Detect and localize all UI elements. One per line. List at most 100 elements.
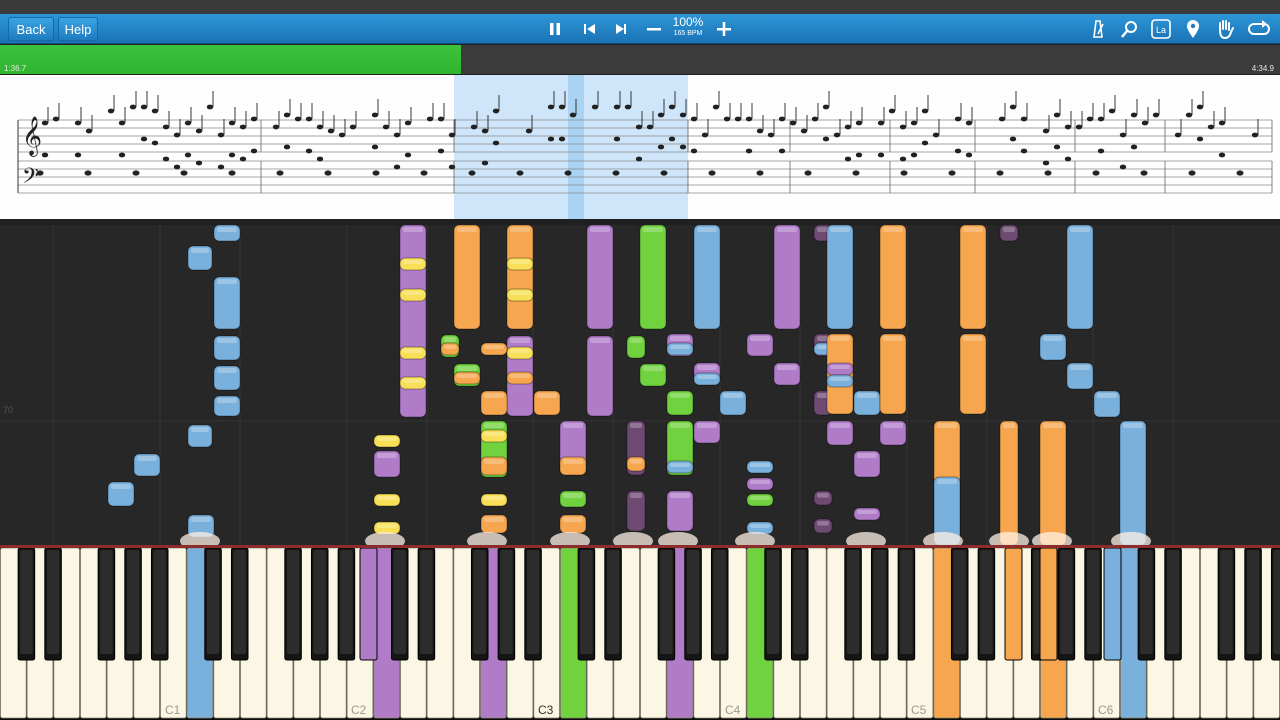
falling-notes-area: 70	[0, 225, 1280, 545]
black-key-shine	[126, 550, 140, 654]
pause-icon[interactable]	[542, 17, 568, 41]
bass-note-head	[1188, 170, 1196, 176]
falling-note	[999, 420, 1019, 545]
total-time: 4:34.9	[1251, 64, 1274, 73]
note-highlight	[457, 374, 477, 378]
note-head	[921, 108, 929, 114]
note-head	[129, 104, 137, 110]
bass-note-head	[420, 170, 428, 176]
falling-note	[1039, 420, 1067, 545]
bass-note-head	[900, 170, 908, 176]
note-highlight	[750, 496, 770, 500]
octave-label-c6: C6	[1098, 703, 1114, 717]
note-highlight	[697, 423, 717, 428]
zoom-icon[interactable]	[1116, 17, 1142, 41]
note-highlight	[217, 338, 237, 343]
song-progress-bar[interactable]: 1:36.7 4:34.9	[0, 45, 1280, 74]
loop-icon[interactable]	[1244, 17, 1274, 41]
note-head	[162, 124, 170, 130]
hand-icon[interactable]	[1212, 17, 1238, 41]
note-highlight	[830, 377, 850, 381]
bass-note-head	[1236, 170, 1244, 176]
note-head	[437, 116, 445, 122]
note-head	[294, 116, 302, 122]
tempo-bpm: 165 BPM	[673, 30, 703, 37]
note-highlight	[510, 227, 530, 232]
note-head	[426, 116, 434, 122]
note-highlight	[937, 479, 957, 484]
note-highlight	[883, 227, 903, 232]
note-highlight	[723, 393, 743, 398]
note-head	[1020, 148, 1028, 154]
note-head	[41, 120, 49, 126]
plus-icon[interactable]	[711, 17, 737, 41]
note-head	[778, 116, 786, 122]
note-head	[1130, 144, 1138, 150]
help-button[interactable]: Help	[58, 17, 98, 41]
note-head	[283, 112, 291, 118]
note-head	[1053, 144, 1061, 150]
note-highlight	[830, 336, 850, 341]
note-head	[470, 124, 478, 130]
black-key-shine	[1060, 550, 1073, 654]
bass-note-head	[468, 170, 476, 176]
falling-note	[213, 276, 241, 330]
note-highlight	[830, 365, 850, 369]
black-key-shine	[20, 550, 33, 654]
black-key-shine	[580, 550, 593, 654]
note-head	[525, 128, 533, 134]
note-head	[789, 120, 797, 126]
black-key-shine	[500, 550, 513, 654]
note-highlight	[817, 521, 829, 526]
note-head	[52, 116, 60, 122]
back-button[interactable]: Back	[8, 17, 54, 41]
metronome-icon[interactable]	[1085, 17, 1111, 41]
note-head	[668, 104, 676, 110]
note-head	[547, 136, 555, 142]
skip-back-icon[interactable]	[576, 17, 602, 41]
key-press-glow	[550, 532, 590, 545]
note-highlight	[217, 368, 237, 373]
note-head	[1064, 124, 1072, 130]
note-head	[448, 132, 456, 138]
note-head	[635, 124, 643, 130]
note-highlight	[191, 427, 209, 432]
skip-forward-icon[interactable]	[608, 17, 634, 41]
black-key-shine	[660, 550, 673, 654]
note-highlight	[484, 432, 504, 436]
bass-note-head	[564, 170, 572, 176]
note-head	[679, 112, 687, 118]
note-highlight	[1070, 227, 1090, 232]
note-head	[1152, 112, 1160, 118]
black-key-shine	[793, 550, 806, 654]
falling-note	[693, 225, 721, 330]
note-highlight	[403, 349, 423, 353]
note-highlight	[670, 463, 690, 467]
note-highlight	[883, 336, 903, 341]
sheet-music[interactable]: 𝄞 𝄢	[0, 75, 1280, 219]
note-head	[41, 152, 49, 158]
note-highlight	[750, 524, 770, 528]
bass-note-head	[228, 170, 236, 176]
note-head	[822, 104, 830, 110]
octave-label-c3: C3	[538, 703, 554, 717]
note-highlight	[630, 423, 642, 428]
piano-keyboard[interactable]: C1 C2 C3 C4 C5 C6	[0, 545, 1280, 720]
note-highlight	[217, 227, 237, 232]
note-head	[195, 128, 203, 134]
note-head	[613, 104, 621, 110]
note-head	[1042, 160, 1050, 166]
piano-keys[interactable]	[0, 548, 1280, 720]
note-highlight	[817, 493, 829, 498]
note-head	[1042, 128, 1050, 134]
progress-fill	[0, 45, 461, 74]
note-head	[690, 116, 698, 122]
key-label-icon[interactable]: La	[1148, 17, 1174, 41]
note-highlight	[1043, 336, 1063, 341]
note-head	[965, 152, 973, 158]
marker-icon[interactable]	[1180, 17, 1206, 41]
note-head	[162, 156, 170, 162]
bass-clef-icon: 𝄢	[22, 164, 39, 194]
black-key-shine	[846, 550, 860, 654]
note-highlight	[563, 493, 583, 498]
